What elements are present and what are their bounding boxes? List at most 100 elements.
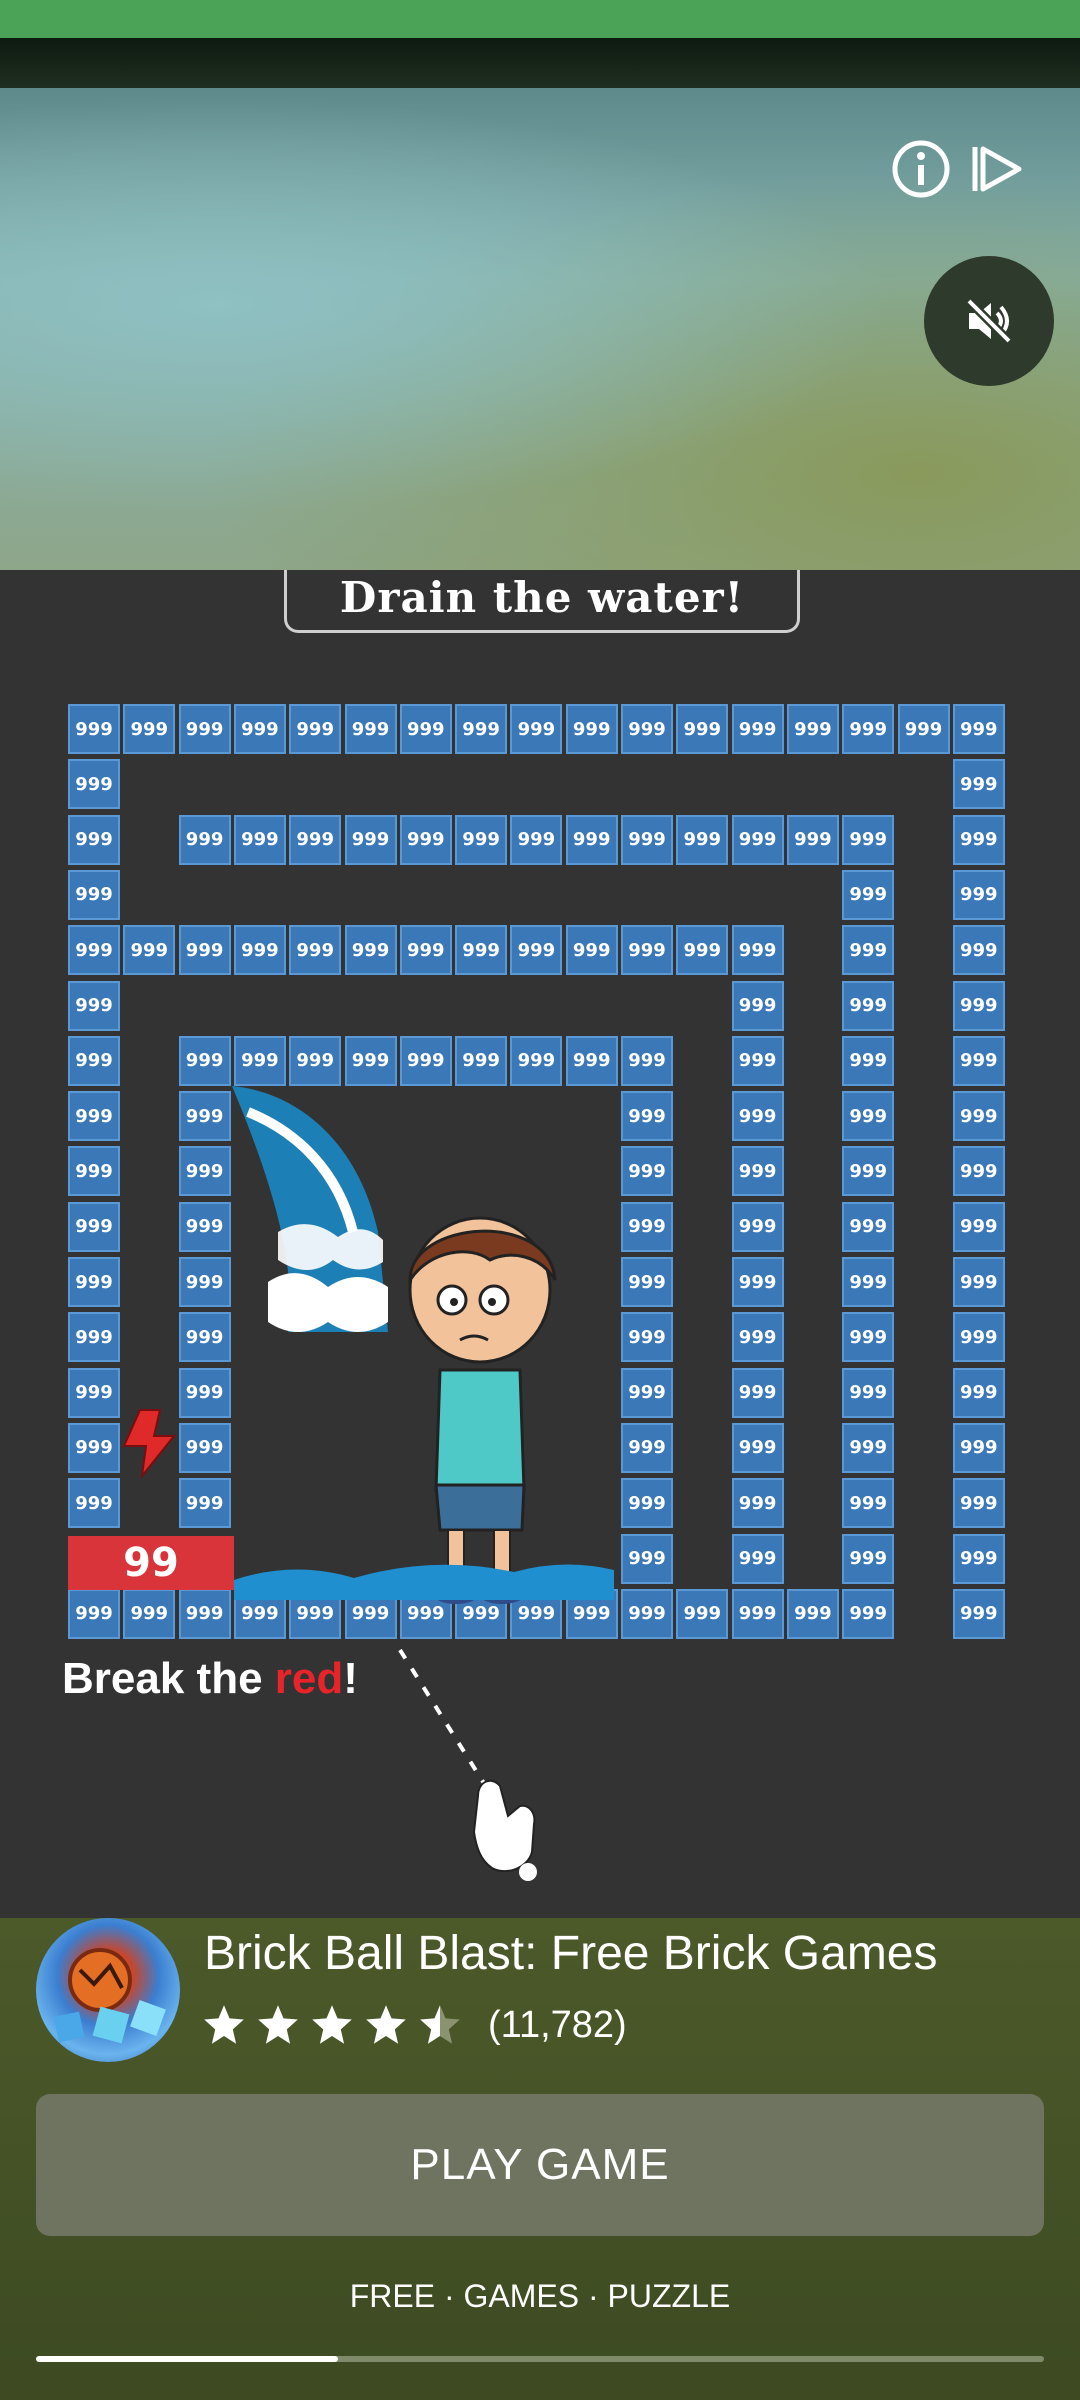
brick-999: 999 — [842, 1478, 895, 1529]
brick-999: 999 — [68, 704, 120, 754]
brick-999: 999 — [786, 1588, 839, 1639]
brick-999: 999 — [621, 1367, 673, 1418]
brick-999: 999 — [786, 704, 839, 754]
brick-999: 999 — [68, 925, 120, 976]
brick-999: 999 — [565, 1035, 618, 1086]
brick-999: 999 — [731, 704, 784, 754]
brick-999: 999 — [68, 980, 120, 1031]
brick-999: 999 — [68, 1367, 120, 1418]
brick-999: 999 — [68, 869, 120, 920]
brick-999: 999 — [952, 1367, 1005, 1418]
brick-999: 999 — [842, 1091, 895, 1142]
brick-999: 999 — [455, 1035, 508, 1086]
brick-999: 999 — [289, 704, 342, 754]
brick-999: 999 — [68, 1091, 120, 1142]
brick-999: 999 — [621, 704, 673, 754]
brick-999: 999 — [731, 925, 784, 976]
status-strip — [0, 0, 1080, 38]
brick-999: 999 — [289, 1035, 342, 1086]
brick-999: 999 — [344, 1035, 397, 1086]
play-game-button[interactable]: PLAY GAME — [36, 2094, 1044, 2236]
brick-999: 999 — [842, 1146, 895, 1197]
star-icon — [366, 2005, 406, 2044]
brick-999: 999 — [68, 1146, 120, 1197]
brick-999: 999 — [68, 814, 120, 865]
top-band — [0, 38, 1080, 88]
brick-999: 999 — [842, 1201, 895, 1252]
brick-999: 999 — [178, 704, 231, 754]
rating-row: (11,782) — [202, 2003, 627, 2047]
brick-999: 999 — [621, 1146, 673, 1197]
brick-999: 999 — [621, 1257, 673, 1307]
brick-999: 999 — [842, 1422, 895, 1473]
mute-button[interactable] — [924, 256, 1054, 386]
brick-999: 999 — [952, 980, 1005, 1031]
star-icon — [258, 2005, 298, 2044]
brick-999: 999 — [178, 814, 231, 865]
brick-999: 999 — [178, 1312, 231, 1363]
brick-999: 999 — [178, 1422, 231, 1473]
brick-999: 999 — [123, 704, 176, 754]
star-icon — [204, 2005, 244, 2044]
brick-999: 999 — [621, 1533, 673, 1584]
brick-999: 999 — [621, 1091, 673, 1142]
brick-999: 999 — [952, 1533, 1005, 1584]
brick-999: 999 — [952, 1035, 1005, 1086]
brick-999: 999 — [952, 1478, 1005, 1529]
red-brick: 99 — [68, 1536, 234, 1590]
brick-999: 999 — [455, 704, 508, 754]
brick-999: 999 — [178, 1091, 231, 1142]
brick-999: 999 — [621, 925, 673, 976]
brick-999: 999 — [621, 1312, 673, 1363]
brick-999: 999 — [178, 1201, 231, 1252]
brick-999: 999 — [178, 1257, 231, 1307]
brick-999: 999 — [952, 1422, 1005, 1473]
volume-muted-icon — [965, 297, 1013, 345]
brick-999: 999 — [952, 1312, 1005, 1363]
brick-999: 999 — [952, 704, 1005, 754]
brick-999: 999 — [233, 925, 286, 976]
brick-999: 999 — [731, 1312, 784, 1363]
brick-999: 999 — [731, 1035, 784, 1086]
red-arrow-icon — [122, 1409, 177, 1478]
brick-999: 999 — [178, 1478, 231, 1529]
brick-999: 999 — [510, 925, 563, 976]
brick-999: 999 — [676, 814, 729, 865]
brick-999: 999 — [621, 1035, 673, 1086]
brick-999: 999 — [731, 1422, 784, 1473]
brick-999: 999 — [178, 1035, 231, 1086]
brick-999: 999 — [510, 1035, 563, 1086]
video-headline: Drain the water! — [284, 570, 800, 633]
brick-999: 999 — [952, 925, 1005, 976]
info-icon[interactable] — [890, 138, 952, 200]
brick-999: 999 — [399, 814, 452, 865]
brick-999: 999 — [621, 1478, 673, 1529]
ad-top-controls — [890, 138, 1028, 200]
brick-999: 999 — [842, 814, 895, 865]
brick-999: 999 — [842, 1035, 895, 1086]
brick-999: 999 — [68, 1201, 120, 1252]
brick-999: 999 — [289, 814, 342, 865]
brick-999: 999 — [786, 814, 839, 865]
play-skip-icon[interactable] — [966, 138, 1028, 200]
rating-count: (11,782) — [488, 2003, 627, 2046]
brick-999: 999 — [731, 814, 784, 865]
brick-999: 999 — [68, 1257, 120, 1307]
water-pool — [234, 1564, 614, 1600]
hint-text: Break the red! — [62, 1654, 358, 1703]
brick-999: 999 — [676, 925, 729, 976]
brick-999: 999 — [565, 814, 618, 865]
brick-999: 999 — [676, 704, 729, 754]
brick-999: 999 — [621, 814, 673, 865]
brick-999: 999 — [731, 1478, 784, 1529]
app-icon[interactable] — [36, 1918, 180, 2062]
app-title: Brick Ball Blast: Free Brick Games — [204, 1927, 938, 1980]
brick-999: 999 — [621, 1201, 673, 1252]
ad-video[interactable]: Drain the water! 999 999 999 999 999 999 999 99… — [0, 570, 1080, 1918]
brick-999: 999 — [731, 1257, 784, 1307]
brick-999: 999 — [510, 814, 563, 865]
brick-999: 999 — [565, 704, 618, 754]
brick-999: 999 — [178, 925, 231, 976]
brick-999: 999 — [68, 1312, 120, 1363]
brick-999: 999 — [123, 1588, 176, 1639]
